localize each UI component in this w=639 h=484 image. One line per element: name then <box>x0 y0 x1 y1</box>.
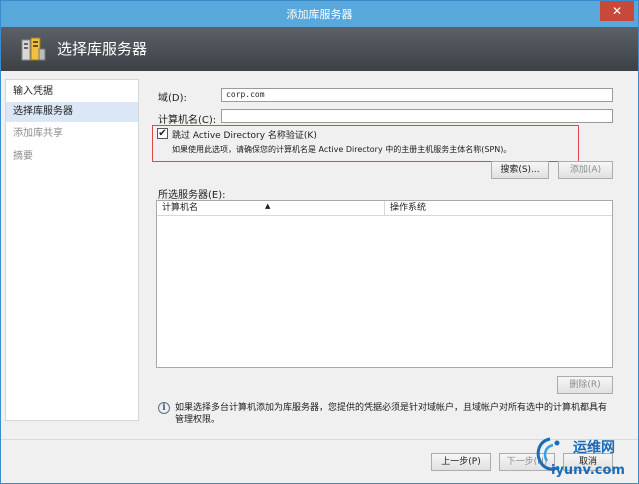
selected-servers-list[interactable]: 计算机名 ▲ 操作系统 <box>156 200 613 368</box>
sort-ascending-icon: ▲ <box>265 202 271 210</box>
wizard-navigation: 输入凭据 选择库服务器 添加库共享 摘要 <box>5 79 139 421</box>
page-title: 选择库服务器 <box>57 40 148 58</box>
skip-ad-checkbox[interactable]: ✔ <box>157 128 168 139</box>
nav-item-add-share: 添加库共享 <box>13 128 63 139</box>
add-button: 添加(A) <box>558 161 613 179</box>
title-bar[interactable]: 添加库服务器 ✕ <box>1 1 638 27</box>
nav-item-select-server[interactable]: 选择库服务器 <box>6 102 138 122</box>
skip-ad-label[interactable]: 跳过 Active Directory 名称验证(K) <box>172 128 317 141</box>
search-button[interactable]: 搜索(S)... <box>491 161 549 179</box>
computer-name-label: 计算机名(C): <box>158 115 217 126</box>
watermark-url: iyunv.com <box>551 463 625 478</box>
window-title: 添加库服务器 <box>286 8 353 21</box>
info-message: 如果选择多台计算机添加为库服务器，您提供的凭据必须是针对域帐户，且域帐户对所有选… <box>175 403 608 425</box>
add-library-server-dialog: 添加库服务器 ✕ 选择库服务器 输入凭据 选择库服务器 添加库共享 摘要 域(D… <box>0 0 639 484</box>
previous-button[interactable]: 上一步(P) <box>431 453 491 471</box>
skip-ad-note: 如果使用此选项，请确保您的计算机名是 Active Directory 中的主册… <box>172 145 512 154</box>
nav-item-credentials[interactable]: 输入凭据 <box>6 82 138 102</box>
wizard-header: 选择库服务器 <box>1 27 638 71</box>
domain-label: 域(D): <box>158 93 187 104</box>
column-header-os[interactable]: 操作系统 <box>385 201 612 216</box>
close-icon: ✕ <box>611 4 623 18</box>
library-server-icon <box>21 37 46 61</box>
nav-item-summary: 摘要 <box>13 151 33 162</box>
computer-name-input[interactable] <box>221 109 613 123</box>
site-watermark: 运维网 iyunv.com <box>529 433 637 483</box>
watermark-text-cn: 运维网 <box>573 440 615 456</box>
domain-input[interactable]: corp.com <box>221 88 613 102</box>
close-button[interactable]: ✕ <box>600 1 634 21</box>
column-header-computer-name[interactable]: 计算机名 ▲ <box>157 201 385 216</box>
info-icon: i <box>158 402 170 414</box>
selected-servers-label: 所选服务器(E): <box>158 190 226 201</box>
remove-button: 删除(R) <box>557 376 613 394</box>
